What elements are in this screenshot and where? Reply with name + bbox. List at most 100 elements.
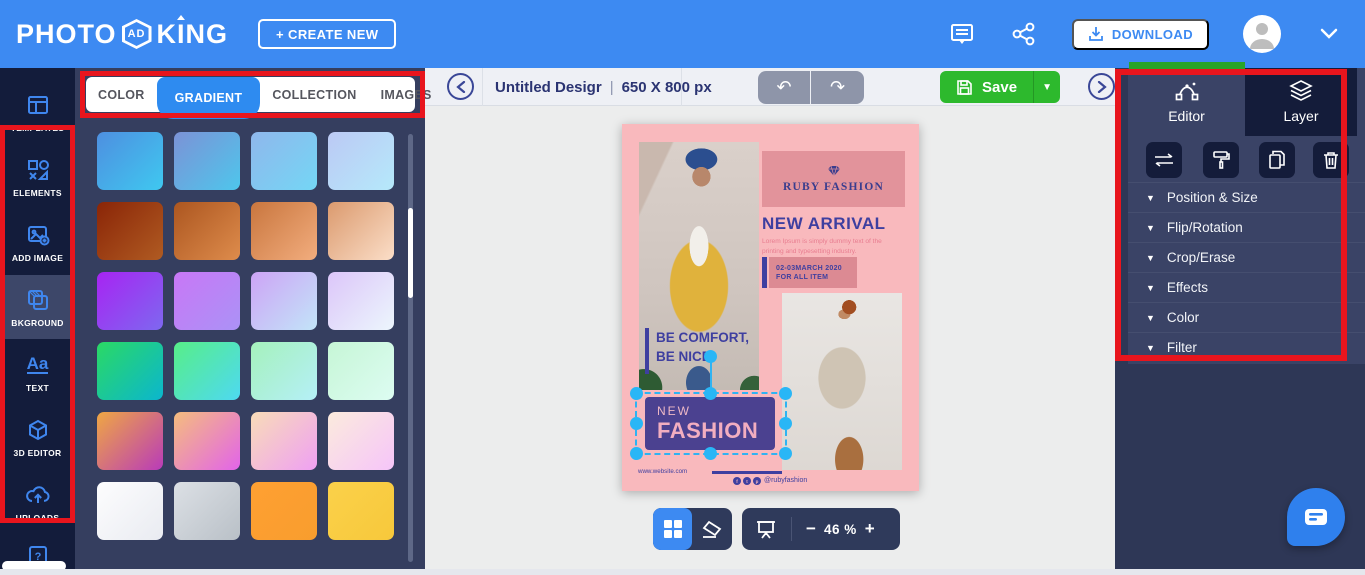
grid-view-button[interactable] — [653, 508, 692, 550]
view-tools-group — [653, 508, 732, 550]
duplicate-button[interactable] — [1259, 142, 1295, 178]
poster-date-banner[interactable]: 02-03MARCH 2020 FOR ALL ITEM — [769, 257, 857, 288]
accordion-section[interactable]: ▼ Filter — [1128, 332, 1365, 362]
poster-fashion-text-element[interactable]: NEW FASHION — [645, 397, 775, 450]
style-paint-button[interactable] — [1203, 142, 1239, 178]
gradient-swatch[interactable] — [97, 202, 163, 260]
saved-status-strip — [1129, 62, 1245, 69]
panel-tab[interactable]: COLOR — [86, 77, 157, 112]
logo-text-photo: PHOTO — [16, 18, 117, 49]
sidebar-item-3d-editor[interactable]: 3D EDITOR — [0, 405, 75, 469]
support-chat-button[interactable] — [1287, 488, 1345, 546]
sidebar-item-text[interactable]: Aa TEXT — [0, 340, 75, 404]
gradient-swatch[interactable] — [328, 412, 394, 470]
download-button[interactable]: DOWNLOAD — [1071, 18, 1209, 50]
add-image-icon — [25, 222, 51, 248]
accordion-section[interactable]: ▼ Flip/Rotation — [1128, 212, 1365, 242]
selection-handle-w[interactable] — [630, 416, 643, 430]
panel-scrollbar-track[interactable] — [408, 134, 413, 562]
gradient-swatch[interactable] — [251, 342, 317, 400]
panel-tab[interactable]: IMAGES — [369, 77, 444, 112]
redo-button[interactable]: ↷ — [811, 71, 864, 104]
sidebar-item-add-image[interactable]: ADD IMAGE — [0, 210, 75, 274]
design-title[interactable]: Untitled Desigr | 650 X 800 px — [495, 68, 712, 106]
poster-date-accent-bar — [762, 257, 767, 288]
gradient-swatch[interactable] — [328, 342, 394, 400]
accordion-section[interactable]: ▼ Position & Size — [1128, 182, 1365, 212]
present-button[interactable] — [746, 508, 785, 550]
gradient-swatch[interactable] — [328, 272, 394, 330]
collapse-right-chevron-button[interactable] — [1088, 73, 1115, 100]
sidebar-item-uploads[interactable]: UPLOADS — [0, 470, 75, 534]
gradient-swatch[interactable] — [328, 132, 394, 190]
gradient-swatch[interactable] — [251, 412, 317, 470]
poster-photo-model-beige-jacket[interactable] — [782, 293, 902, 470]
photoadking-editor: PHOTO AD KING + CREATE NEW DOWNLOAD TEMP… — [0, 0, 1365, 575]
gradient-swatch[interactable] — [97, 342, 163, 400]
gradient-swatch[interactable] — [174, 202, 240, 260]
gem-icon — [827, 165, 840, 177]
zoom-out-button[interactable]: − — [798, 519, 824, 539]
poster-tagline-accent-bar — [645, 328, 649, 374]
logo-text-king: KING — [156, 18, 229, 49]
grid-icon — [663, 520, 682, 538]
design-canvas-poster[interactable]: RUBY FASHION NEW ARRIVAL Lorem Ipsum is … — [622, 124, 919, 491]
chevron-down-icon: ▼ — [1146, 252, 1155, 263]
accordion-section[interactable]: ▼ Crop/Erase — [1128, 242, 1365, 272]
delete-button[interactable] — [1313, 142, 1349, 178]
chat-icon — [1305, 509, 1327, 525]
eraser-button[interactable] — [692, 508, 731, 550]
chevron-down-icon[interactable] — [1315, 20, 1343, 48]
poster-brand-name: RUBY FASHION — [783, 181, 884, 193]
photoadking-logo[interactable]: PHOTO AD KING — [16, 19, 228, 50]
gradient-swatch[interactable] — [174, 272, 240, 330]
gradient-swatch[interactable] — [97, 482, 163, 540]
poster-tagline[interactable]: BE COMFORT, BE NICE. — [656, 329, 749, 367]
gradient-swatch[interactable] — [251, 272, 317, 330]
background-panel: COLOR GRADIENT COLLECTION IMAGES — [75, 68, 431, 569]
zoom-in-button[interactable]: + — [857, 519, 883, 539]
selection-handle-sw[interactable] — [630, 447, 643, 460]
user-avatar[interactable] — [1243, 15, 1281, 53]
templates-icon — [25, 92, 51, 118]
poster-footer-line — [712, 471, 782, 474]
accordion-section[interactable]: ▼ Effects — [1128, 272, 1365, 302]
feedback-message-icon[interactable] — [948, 20, 976, 48]
panel-tab[interactable]: COLLECTION — [260, 77, 368, 112]
gradient-swatch[interactable] — [97, 412, 163, 470]
create-new-button[interactable]: + CREATE NEW — [258, 19, 397, 49]
panel-scrollbar-thumb[interactable] — [408, 208, 413, 298]
chevron-down-icon: ▼ — [1146, 282, 1155, 293]
gradient-swatch[interactable] — [251, 132, 317, 190]
tab-layer[interactable]: Layer — [1245, 68, 1357, 136]
gradient-swatch[interactable] — [97, 132, 163, 190]
download-icon — [1088, 27, 1103, 41]
gradient-swatch[interactable] — [174, 342, 240, 400]
share-icon[interactable] — [1010, 20, 1038, 48]
sidebar-item-bkground[interactable]: BKGROUND — [0, 275, 75, 339]
gradient-swatch[interactable] — [174, 412, 240, 470]
gradient-swatch[interactable] — [328, 482, 394, 540]
gradient-swatch[interactable] — [251, 482, 317, 540]
poster-website-url[interactable]: www.website.com — [638, 468, 687, 475]
panel-tab[interactable]: GRADIENT — [156, 77, 261, 119]
logo-hexagon-icon: AD — [121, 19, 152, 49]
poster-headline[interactable]: NEW ARRIVAL — [762, 214, 886, 234]
poster-body-text[interactable]: Lorem Ipsum is simply dummy text of the … — [762, 237, 892, 257]
sidebar-item-templates[interactable]: TEMPLATES — [0, 80, 75, 144]
accordion-section[interactable]: ▼ Color — [1128, 302, 1365, 332]
gradient-swatch[interactable] — [174, 132, 240, 190]
gradient-swatch[interactable] — [97, 272, 163, 330]
sidebar-item-elements[interactable]: ELEMENTS — [0, 145, 75, 209]
swap-position-button[interactable] — [1146, 142, 1182, 178]
gradient-swatch[interactable] — [251, 202, 317, 260]
undo-button[interactable]: ↶ — [758, 71, 811, 104]
right-panel-region: Editor Layer ▼ Position & Size ▼ Flip/Ro… — [1115, 68, 1365, 569]
tab-editor[interactable]: Editor — [1128, 68, 1245, 136]
poster-brand-block[interactable]: RUBY FASHION — [762, 151, 905, 207]
save-options-caret[interactable]: ▼ — [1033, 71, 1061, 103]
save-button[interactable]: Save — [940, 71, 1034, 103]
gradient-swatch[interactable] — [174, 482, 240, 540]
gradient-swatch[interactable] — [328, 202, 394, 260]
collapse-left-chevron-button[interactable] — [447, 73, 474, 100]
